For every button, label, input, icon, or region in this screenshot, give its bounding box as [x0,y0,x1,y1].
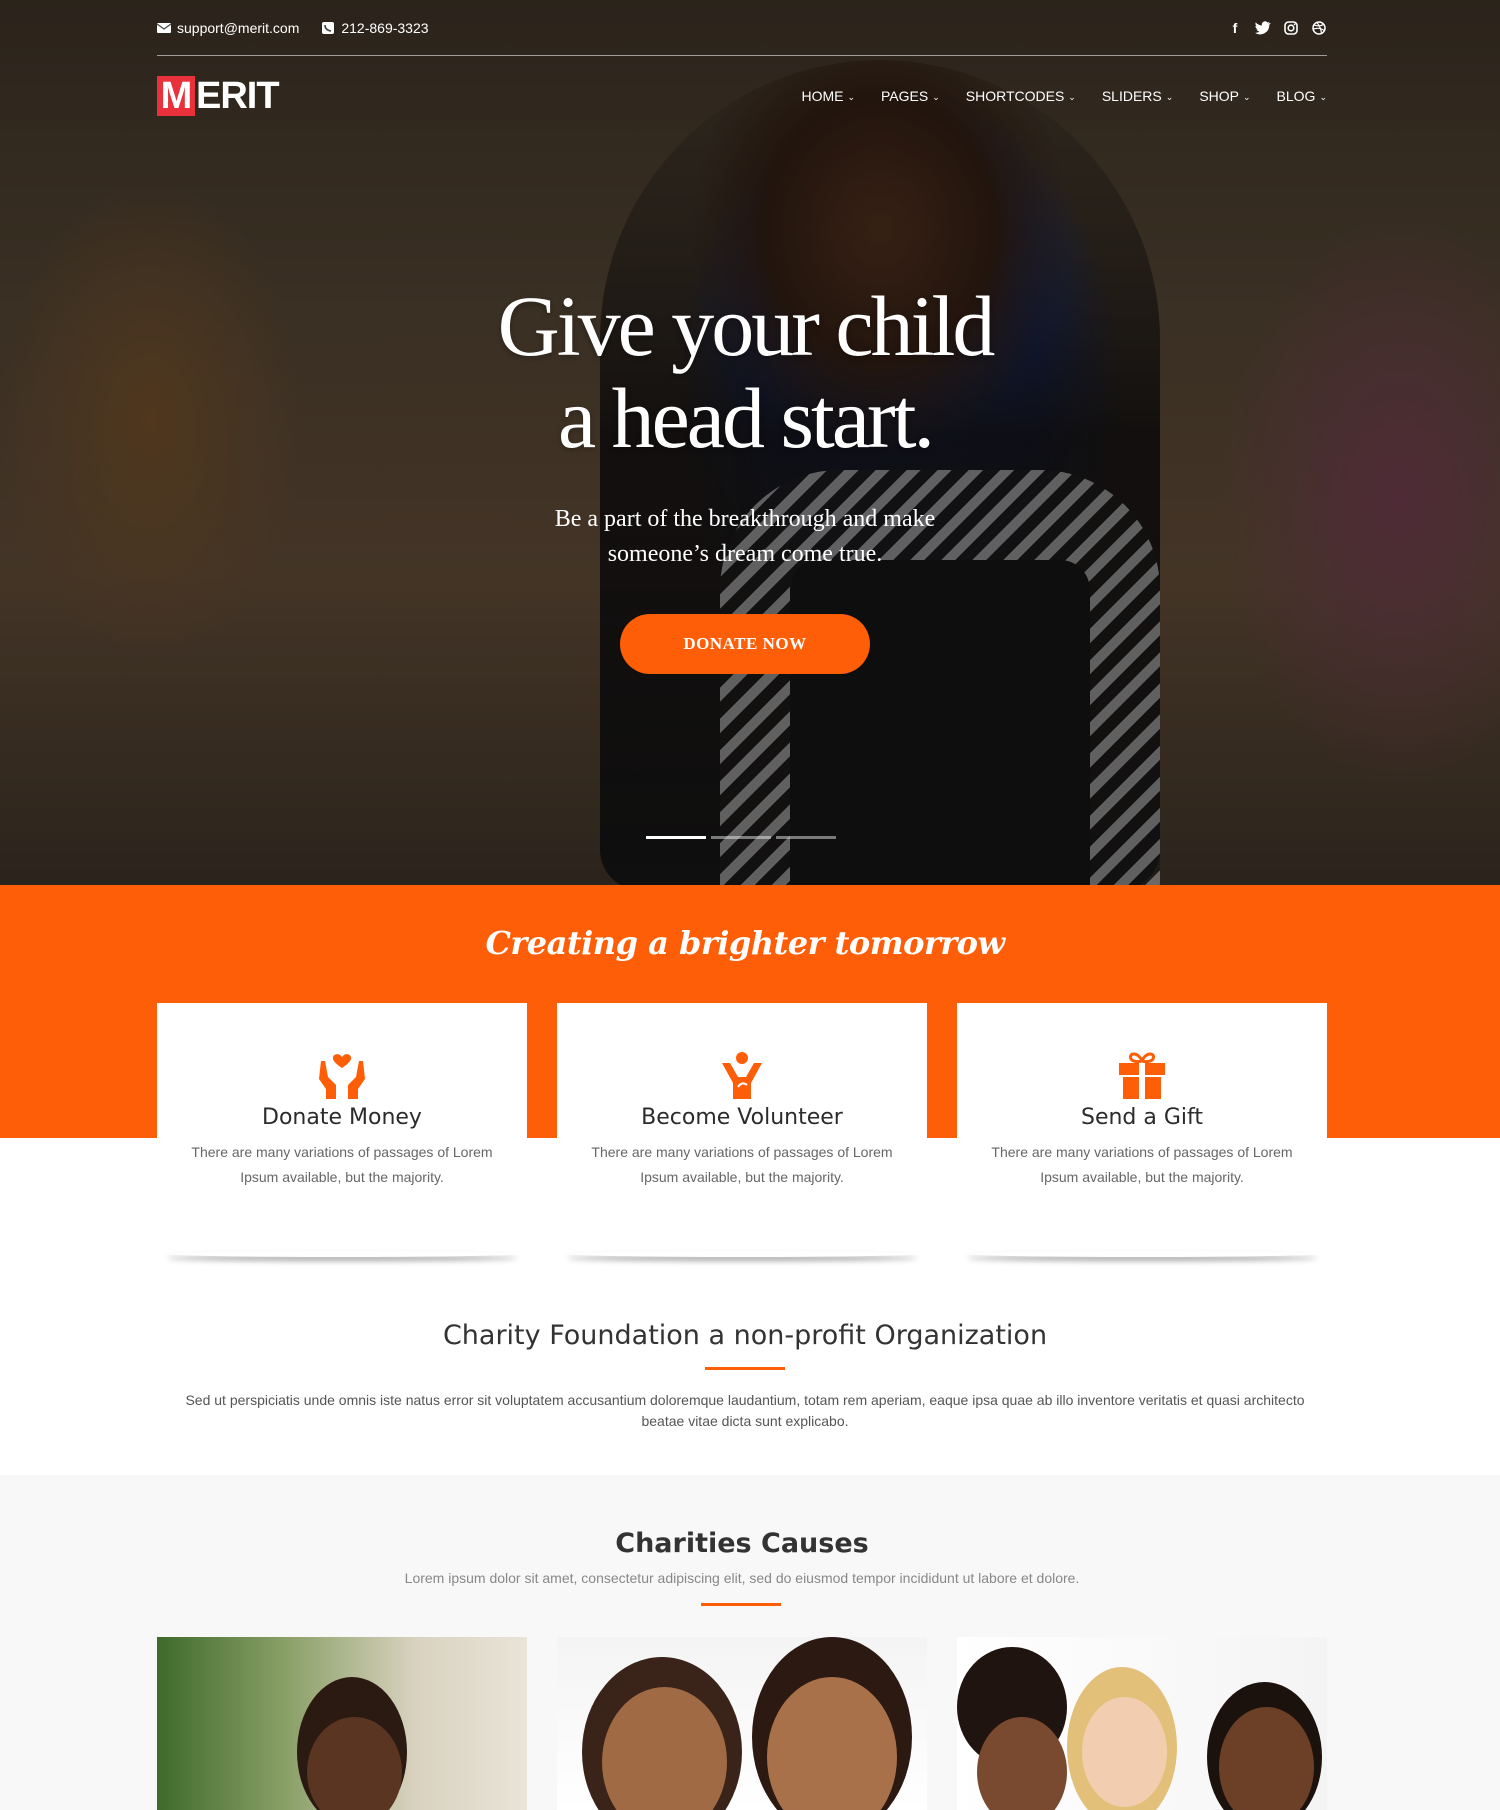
services-cards: Donate Money There are many variations o… [157,1003,1327,1253]
logo-text: ERIT [196,74,280,117]
chevron-down-icon: ⌄ [847,91,855,102]
contact-email[interactable]: support@merit.com [157,20,299,36]
nav-label: HOME [801,88,844,104]
nav-label: SHOP [1199,88,1239,104]
service-card-text: There are many variations of passages of… [991,1144,1293,1185]
chevron-down-icon: ⌄ [932,91,940,102]
cause-photo-face [1082,1697,1167,1807]
nav-item-sliders[interactable]: SLIDERS ⌄ [1102,88,1173,104]
envelope-icon [157,22,171,33]
slider-dot-active[interactable] [646,836,706,839]
service-card-title: Send a Gift [1080,1105,1204,1130]
chevron-down-icon: ⌄ [1319,91,1327,102]
cause-photo[interactable] [957,1637,1327,1810]
service-card-donate[interactable]: Donate Money There are many variations o… [157,1003,527,1253]
contact-phone-text: 212-869-3323 [341,19,429,36]
volunteer-icon [722,1052,762,1099]
service-card-title: Donate Money [262,1105,422,1130]
service-card-title: Become Volunteer [641,1105,843,1130]
service-card-text: There are many variations of passages of… [191,1144,493,1185]
causes-grid [157,1637,1327,1810]
service-card-volunteer[interactable]: Become Volunteer There are many variatio… [557,1003,927,1253]
nav-label: PAGES [881,88,929,104]
hero-subtitle-line: Be a part of the breakthrough and make [554,506,936,532]
gift-icon [1119,1052,1165,1099]
cause-photo[interactable] [157,1637,527,1810]
service-card-text: There are many variations of passages of… [591,1144,893,1185]
hero-content: Give your child a head start. Be a part … [0,280,1490,674]
instagram-icon[interactable] [1283,20,1299,36]
nav-item-pages[interactable]: PAGES ⌄ [881,88,940,104]
service-card-gift[interactable]: Send a Gift There are many variations of… [957,1003,1327,1253]
chevron-down-icon: ⌄ [1068,91,1076,102]
title-divider [701,1603,781,1606]
phone-icon [322,21,335,34]
hero-subtitle: Be a part of the breakthrough and make s… [0,502,1490,572]
chevron-down-icon: ⌄ [1165,91,1174,102]
title-divider [705,1367,785,1370]
logo-mark: M [157,75,195,117]
contact-phone[interactable]: 212-869-3323 [321,19,429,36]
slider-dot[interactable] [776,836,836,839]
causes-subtitle: Lorem ipsum dolor sit amet, consectetur … [404,1570,1080,1586]
causes-title: Charities Causes [615,1528,869,1559]
nav-label: SLIDERS [1101,88,1162,104]
social-links: f [1227,20,1327,36]
nav-item-shortcodes[interactable]: SHORTCODES ⌄ [966,88,1076,104]
nav-label: SHORTCODES [965,88,1065,104]
slider-pagination [646,836,836,839]
twitter-icon[interactable] [1255,20,1271,36]
nav-label: BLOG [1276,88,1316,104]
chevron-down-icon: ⌄ [1243,91,1251,102]
about-text: Sed ut perspiciatis unde omnis iste natu… [185,1392,1305,1429]
about-section: Charity Foundation a non-profit Organiza… [0,1320,1490,1432]
nav-item-blog[interactable]: BLOG ⌄ [1277,88,1327,104]
top-bar: support@merit.com 212-869-3323 f [157,0,1327,56]
contact-email-text: support@merit.com [177,19,300,36]
dribbble-icon[interactable] [1311,20,1327,36]
main-navbar: M ERIT HOME ⌄ PAGES ⌄ SHORTCODES ⌄ SLIDERS ⌄… [157,74,1327,118]
nav-item-shop[interactable]: SHOP ⌄ [1199,88,1250,104]
slider-dot[interactable] [711,836,771,839]
main-menu: HOME ⌄ PAGES ⌄ SHORTCODES ⌄ SLIDERS ⌄ SHOP ⌄ … [801,88,1327,104]
site-logo[interactable]: M ERIT [157,74,280,118]
hero-title: Give your child a head start. [0,280,1490,464]
donate-now-button[interactable]: DONATE NOW [620,614,870,674]
cause-photo[interactable] [557,1637,927,1810]
facebook-icon[interactable]: f [1227,20,1243,36]
nav-item-home[interactable]: HOME ⌄ [801,88,855,104]
services-band-title: Creating a brighter tomorrow [485,924,1005,962]
about-title: Charity Foundation a non-profit Organiza… [442,1320,1048,1351]
donate-hands-icon [319,1054,365,1099]
hero-title-line: Give your child [497,278,996,374]
hero-subtitle-line: someone’s dream come true. [607,541,883,567]
hero-title-line: a head start. [557,370,935,466]
